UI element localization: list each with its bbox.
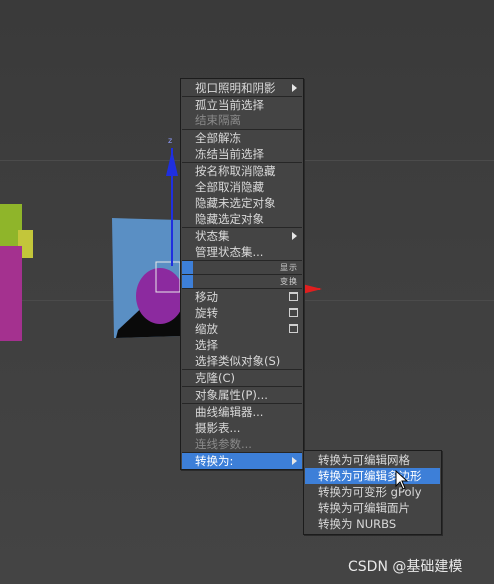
menu-item-select-similar[interactable]: 选择类似对象(S) (182, 353, 302, 369)
quad-context-menu: 视口照明和阴影 孤立当前选择 结束隔离 全部解冻 冻结当前选择 按名称取消隐藏 … (180, 78, 304, 470)
menu-item-scale[interactable]: 缩放 (182, 321, 302, 337)
menu-item-viewport-lighting[interactable]: 视口照明和阴影 (182, 80, 302, 96)
menu-item-wire-parameters[interactable]: 连线参数... (182, 436, 302, 452)
convert-to-submenu: 转换为可编辑网格 转换为可编辑多边形 转换为可变形 gPoly 转换为可编辑面片… (303, 450, 442, 535)
menu-item-end-isolate[interactable]: 结束隔离 (182, 112, 302, 128)
menu-item-object-properties[interactable]: 对象属性(P)... (182, 387, 302, 403)
quad-label: 显示 (280, 263, 298, 272)
submenu-item-nurbs[interactable]: 转换为 NURBS (305, 516, 440, 532)
menu-item-label: 对象属性(P)... (195, 388, 268, 402)
menu-item-label: 全部取消隐藏 (195, 180, 264, 194)
settings-box-icon[interactable] (289, 308, 298, 317)
menu-item-unhide-by-name[interactable]: 按名称取消隐藏 (182, 163, 302, 179)
menu-item-state-sets[interactable]: 状态集 (182, 228, 302, 244)
submenu-item-deformable-gpoly[interactable]: 转换为可变形 gPoly (305, 484, 440, 500)
mouse-cursor-icon (395, 470, 409, 490)
submenu-item-editable-patch[interactable]: 转换为可编辑面片 (305, 500, 440, 516)
gizmo-z-arrow (166, 150, 178, 176)
menu-item-label: 选择 (195, 338, 218, 352)
menu-item-label: 隐藏未选定对象 (195, 196, 276, 210)
quad-header-display: 显示 (182, 261, 302, 274)
menu-item-isolate-selection[interactable]: 孤立当前选择 (182, 97, 302, 113)
menu-item-label: 连线参数... (195, 437, 252, 451)
menu-item-label: 冻结当前选择 (195, 147, 264, 161)
menu-item-label: 按名称取消隐藏 (195, 164, 276, 178)
menu-item-label: 视口照明和阴影 (195, 81, 276, 95)
menu-item-clone[interactable]: 克隆(C) (182, 370, 302, 386)
quad-label: 变换 (280, 277, 298, 286)
menu-item-hide-selection[interactable]: 隐藏选定对象 (182, 211, 302, 227)
menu-item-label: 状态集 (195, 229, 230, 243)
menu-item-label: 转换为: (195, 454, 234, 468)
submenu-item-editable-mesh[interactable]: 转换为可编辑网格 (305, 452, 440, 468)
settings-box-icon[interactable] (289, 324, 298, 333)
submenu-arrow-icon (292, 232, 297, 240)
submenu-arrow-icon (292, 457, 297, 465)
menu-item-label: 克隆(C) (195, 371, 236, 385)
menu-item-label: 孤立当前选择 (195, 98, 264, 112)
menu-item-label: 选择类似对象(S) (195, 354, 281, 368)
menu-item-hide-unselected[interactable]: 隐藏未选定对象 (182, 195, 302, 211)
gizmo-x-arrow (302, 284, 322, 294)
menu-item-label: 曲线编辑器... (195, 405, 264, 419)
settings-box-icon[interactable] (289, 292, 298, 301)
submenu-arrow-icon (292, 84, 297, 92)
menu-item-rotate[interactable]: 旋转 (182, 305, 302, 321)
menu-item-label: 结束隔离 (195, 113, 241, 127)
magenta-object (0, 246, 22, 341)
menu-item-label: 转换为可编辑面片 (318, 501, 410, 515)
menu-item-convert-to[interactable]: 转换为: (182, 453, 302, 469)
menu-item-unfreeze-all[interactable]: 全部解冻 (182, 130, 302, 146)
menu-item-curve-editor[interactable]: 曲线编辑器... (182, 404, 302, 420)
menu-item-unhide-all[interactable]: 全部取消隐藏 (182, 179, 302, 195)
menu-item-label: 移动 (195, 290, 218, 304)
submenu-item-editable-poly[interactable]: 转换为可编辑多边形 (305, 468, 440, 484)
menu-item-label: 缩放 (195, 322, 218, 336)
menu-item-label: 管理状态集... (195, 245, 264, 259)
watermark: CSDN @基础建模 (348, 559, 463, 575)
menu-item-freeze-selection[interactable]: 冻结当前选择 (182, 146, 302, 162)
menu-item-select[interactable]: 选择 (182, 337, 302, 353)
gizmo-z-label: z (168, 136, 172, 145)
menu-item-label: 转换为 NURBS (318, 517, 397, 531)
menu-item-label: 摄影表... (195, 421, 241, 435)
menu-item-label: 全部解冻 (195, 131, 241, 145)
purple-cylinder (136, 268, 184, 324)
quad-color-marker (182, 275, 193, 288)
menu-item-move[interactable]: 移动 (182, 289, 302, 305)
menu-item-label: 旋转 (195, 306, 218, 320)
menu-item-dope-sheet[interactable]: 摄影表... (182, 420, 302, 436)
viewport[interactable]: z 视口照明和阴影 孤立当前选择 结束隔离 全部解冻 冻结当前选择 按名称取消隐… (0, 0, 494, 584)
menu-item-manage-state-sets[interactable]: 管理状态集... (182, 244, 302, 260)
menu-item-label: 隐藏选定对象 (195, 212, 264, 226)
quad-color-marker (182, 261, 193, 274)
menu-item-label: 转换为可编辑网格 (318, 453, 410, 467)
quad-header-transform: 变换 (182, 275, 302, 288)
